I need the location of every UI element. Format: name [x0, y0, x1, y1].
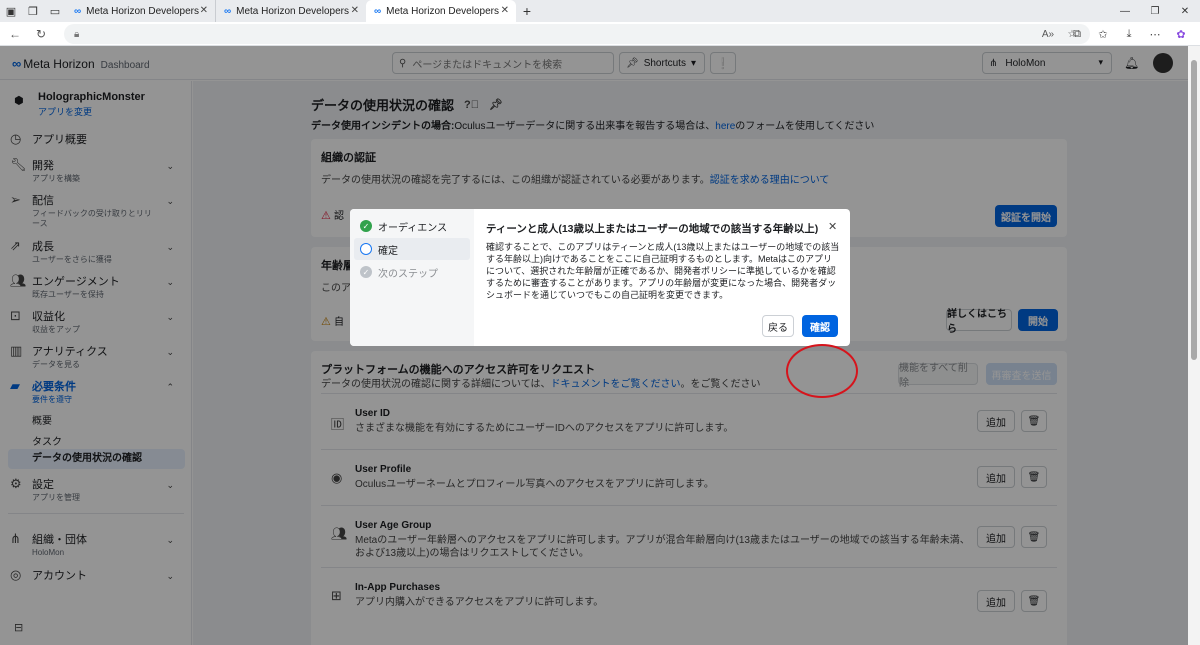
dialog-body: ティーンと成人(13歳以上またはユーザーの地域での該当する年齢以上) ✕ 確認す…: [474, 209, 850, 346]
meta-favicon-icon: ∞: [74, 5, 82, 17]
confirm-button[interactable]: 確認: [802, 315, 838, 337]
browser-tab-bar: ▣ ❐ ▭ ∞ Meta Horizon Developers ✕ ∞ Meta…: [0, 0, 1200, 22]
tab-actions-icon[interactable]: ▭: [44, 0, 66, 22]
back-button[interactable]: 戻る: [762, 315, 794, 337]
close-icon[interactable]: ✕: [351, 5, 359, 16]
window-controls: — ❐ ✕: [1110, 0, 1200, 22]
meta-favicon-icon: ∞: [224, 5, 232, 17]
more-icon[interactable]: ⋯: [1142, 24, 1168, 44]
minimize-icon[interactable]: —: [1110, 0, 1140, 22]
read-aloud-icon[interactable]: A»: [1036, 24, 1060, 44]
address-input[interactable]: 🔒︎: [64, 24, 1090, 44]
step-audience: ✓ オーディエンス: [354, 215, 470, 237]
copilot-icon[interactable]: ✿: [1168, 24, 1194, 44]
browser-toolbar: ⧉ ✩ ⤓ ⋯ ✿: [1064, 24, 1194, 44]
collections-icon[interactable]: ⧉: [1064, 24, 1090, 44]
tab-title: Meta Horizon Developers: [86, 5, 199, 17]
step-label: 確定: [378, 245, 398, 257]
new-tab-button[interactable]: +: [516, 3, 538, 19]
tab-title: Meta Horizon Developers: [386, 5, 499, 17]
browser-tab-2[interactable]: ∞ Meta Horizon Developers ✕: [216, 0, 366, 22]
dialog-text: 確認することで、このアプリはティーンと成人(13歳以上またはユーザーの地域での該…: [486, 242, 840, 300]
tab-title: Meta Horizon Developers: [236, 5, 349, 17]
browser-tab-3[interactable]: ∞ Meta Horizon Developers ✕: [366, 0, 516, 22]
step-confirm: 確定: [354, 238, 470, 260]
browser-tab-1[interactable]: ∞ Meta Horizon Developers ✕: [66, 0, 216, 22]
check-icon: ✓: [360, 220, 372, 232]
reload-icon[interactable]: ↻: [30, 23, 52, 45]
step-label: 次のステップ: [378, 268, 438, 280]
profile-icon[interactable]: ▣: [0, 0, 22, 22]
page: ∞ Meta Horizon Dashboard ⚲ ページまたはドキュメントを…: [0, 46, 1188, 645]
back-icon[interactable]: ←: [4, 23, 26, 45]
current-step-icon: [360, 243, 372, 255]
page-scrollbar[interactable]: [1188, 46, 1200, 645]
workspaces-icon[interactable]: ❐: [22, 0, 44, 22]
lock-icon: 🔒︎: [74, 28, 80, 40]
downloads-icon[interactable]: ⤓: [1116, 24, 1142, 44]
close-window-icon[interactable]: ✕: [1170, 0, 1200, 22]
close-icon[interactable]: ✕: [200, 5, 208, 16]
meta-favicon-icon: ∞: [374, 5, 382, 17]
favorites-icon[interactable]: ✩: [1090, 24, 1116, 44]
close-icon[interactable]: ✕: [501, 5, 509, 16]
dialog-stepper: ✓ オーディエンス 確定 ✓ 次のステップ: [350, 209, 474, 346]
maximize-icon[interactable]: ❐: [1140, 0, 1170, 22]
address-bar-row: ← ↻ 🔒︎ A» ☆ ⧉ ✩ ⤓ ⋯ ✿: [0, 22, 1200, 46]
close-icon[interactable]: ✕: [828, 220, 837, 233]
dialog-title: ティーンと成人(13歳以上またはユーザーの地域での該当する年齢以上): [486, 223, 819, 235]
step-next: ✓ 次のステップ: [354, 261, 470, 283]
scrollbar-thumb[interactable]: [1191, 60, 1197, 360]
age-group-confirm-dialog: ✓ オーディエンス 確定 ✓ 次のステップ ティーンと成人(13歳以上またはユー…: [350, 209, 850, 346]
step-label: オーディエンス: [378, 222, 448, 234]
pending-check-icon: ✓: [360, 266, 372, 278]
